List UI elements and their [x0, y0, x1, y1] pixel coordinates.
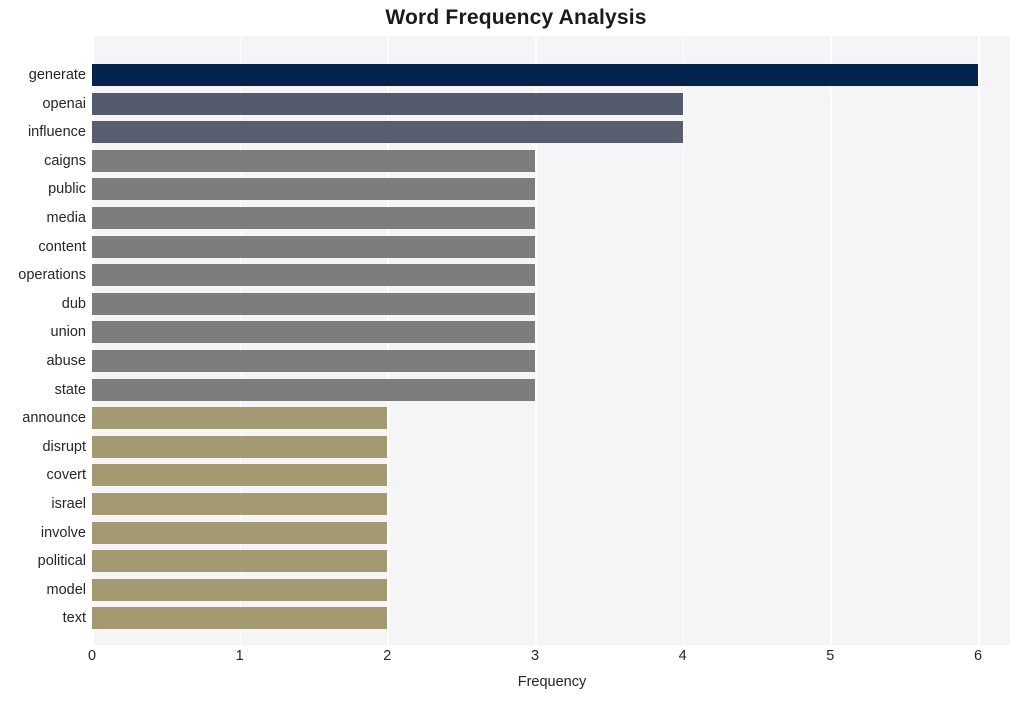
- bar-israel[interactable]: [92, 493, 388, 515]
- y-tick-label-public: public: [48, 181, 86, 198]
- x-tick-label-1: 1: [235, 648, 244, 664]
- bar-public[interactable]: [92, 178, 535, 201]
- bar-disrupt[interactable]: [92, 435, 388, 458]
- bars-layer: [92, 36, 1012, 645]
- y-tick-label-state: state: [54, 381, 86, 398]
- bar-openai[interactable]: [92, 92, 683, 115]
- bar-announce[interactable]: [92, 407, 388, 430]
- y-tick-label-openai: openai: [42, 95, 86, 112]
- y-tick-label-union: union: [50, 324, 86, 341]
- bar-state[interactable]: [92, 378, 535, 401]
- y-tick-label-generate: generate: [28, 67, 86, 83]
- y-axis-tick-labels: generate openai influence caigns public media…: [0, 36, 86, 645]
- bar-model[interactable]: [92, 578, 388, 601]
- plot-area: [92, 36, 1012, 645]
- y-tick-label-disrupt: disrupt: [42, 438, 86, 455]
- bar-union[interactable]: [92, 321, 535, 344]
- bar-media[interactable]: [92, 207, 535, 229]
- y-tick-label-covert: covert: [46, 467, 87, 484]
- bar-dub[interactable]: [92, 292, 535, 315]
- bar-caigns[interactable]: [92, 149, 535, 172]
- y-tick-label-content: content: [38, 238, 86, 255]
- bar-operations[interactable]: [92, 264, 535, 287]
- y-tick-label-model: model: [46, 581, 87, 598]
- x-axis-title: Frequency: [517, 674, 587, 690]
- bar-generate[interactable]: [92, 64, 978, 86]
- x-axis-tick-labels: 0 1 2 3 4 5 6: [0, 648, 1032, 674]
- x-tick-label-2: 2: [383, 648, 392, 664]
- bar-influence[interactable]: [92, 121, 683, 144]
- y-tick-label-announce: announce: [22, 410, 86, 427]
- y-tick-label-abuse: abuse: [46, 353, 86, 369]
- bar-abuse[interactable]: [92, 350, 535, 372]
- y-tick-label-operations: operations: [18, 267, 86, 284]
- bar-content[interactable]: [92, 235, 535, 258]
- x-tick-label-0: 0: [87, 648, 97, 664]
- y-tick-label-media: media: [46, 210, 87, 226]
- y-tick-label-political: political: [37, 553, 86, 570]
- x-tick-label-5: 5: [826, 648, 835, 664]
- word-frequency-chart-figure: Word Frequency Analysis generate openai in…: [0, 0, 1032, 701]
- bar-covert[interactable]: [92, 464, 388, 487]
- y-tick-label-dub: dub: [61, 295, 86, 312]
- y-tick-label-text: text: [62, 610, 86, 627]
- x-tick-label-4: 4: [678, 648, 687, 664]
- bar-involve[interactable]: [92, 521, 388, 544]
- y-tick-label-israel: israel: [51, 496, 86, 512]
- y-tick-label-involve: involve: [40, 524, 86, 541]
- bar-political[interactable]: [92, 550, 388, 573]
- x-tick-label-3: 3: [530, 648, 540, 664]
- bar-text[interactable]: [92, 607, 388, 630]
- y-tick-label-caigns: caigns: [44, 152, 86, 169]
- chart-title: Word Frequency Analysis: [385, 6, 647, 29]
- x-tick-label-6: 6: [973, 648, 983, 664]
- y-tick-label-influence: influence: [27, 124, 86, 141]
